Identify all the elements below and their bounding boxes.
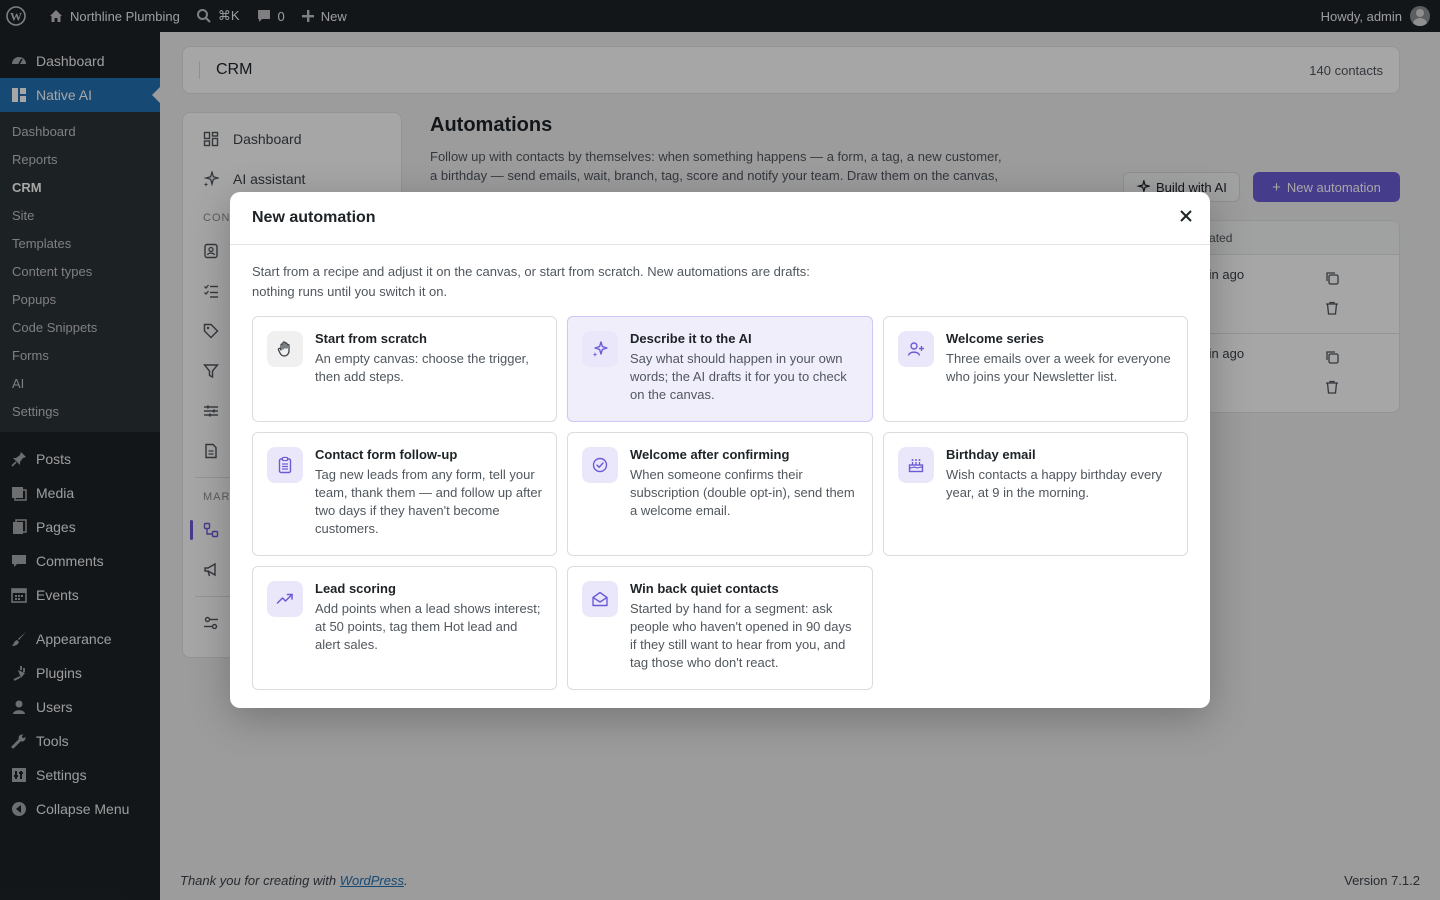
recipe-title: Lead scoring <box>315 581 396 596</box>
close-icon <box>1180 210 1192 222</box>
recipe-description: Add points when a lead shows interest; a… <box>315 601 541 652</box>
recipe-card-win-back[interactable]: Win back quiet contacts Started by hand … <box>567 566 873 690</box>
close-button[interactable] <box>1176 206 1196 226</box>
recipe-card-welcome-after-confirming[interactable]: Welcome after confirming When someone co… <box>567 432 873 556</box>
recipe-description: Started by hand for a segment: ask peopl… <box>630 601 852 670</box>
recipe-card-lead-scoring[interactable]: Lead scoring Add points when a lead show… <box>252 566 557 690</box>
recipe-title: Birthday email <box>946 447 1036 462</box>
recipe-title: Contact form follow-up <box>315 447 458 462</box>
recipe-title: Win back quiet contacts <box>630 581 779 596</box>
clipboard-icon <box>267 447 303 483</box>
recipe-card-contact-form-follow-up[interactable]: Contact form follow-up Tag new leads fro… <box>252 432 557 556</box>
modal-title: New automation <box>252 209 376 226</box>
modal-header: New automation <box>230 192 1210 245</box>
recipe-title: Describe it to the AI <box>630 331 752 346</box>
recipe-grid: Start from scratch An empty canvas: choo… <box>252 316 1188 690</box>
recipe-description: Tag new leads from any form, tell your t… <box>315 467 542 536</box>
new-automation-modal: New automation Start from a recipe and a… <box>230 192 1210 708</box>
recipe-description: Wish contacts a happy birthday every yea… <box>946 467 1163 500</box>
sparkles-icon <box>582 331 618 367</box>
recipe-description: An empty canvas: choose the trigger, the… <box>315 351 529 384</box>
recipe-description: Three emails over a week for everyone wh… <box>946 351 1171 384</box>
recipe-title: Welcome series <box>946 331 1045 346</box>
recipe-title: Start from scratch <box>315 331 427 346</box>
recipe-card-birthday-email[interactable]: Birthday email Wish contacts a happy bir… <box>883 432 1188 556</box>
check-circle-icon <box>582 447 618 483</box>
mail-open-icon <box>582 581 618 617</box>
hand-icon <box>267 331 303 367</box>
recipe-description: When someone confirms their subscription… <box>630 467 855 518</box>
modal-intro: Start from a recipe and adjust it on the… <box>252 264 810 299</box>
recipe-card-describe-to-ai[interactable]: Describe it to the AI Say what should ha… <box>567 316 873 422</box>
recipe-card-welcome-series[interactable]: Welcome series Three emails over a week … <box>883 316 1188 422</box>
recipe-description: Say what should happen in your own words… <box>630 351 847 402</box>
cake-icon <box>898 447 934 483</box>
trending-up-icon <box>267 581 303 617</box>
recipe-card-start-from-scratch[interactable]: Start from scratch An empty canvas: choo… <box>252 316 557 422</box>
user-plus-icon <box>898 331 934 367</box>
recipe-title: Welcome after confirming <box>630 447 790 462</box>
